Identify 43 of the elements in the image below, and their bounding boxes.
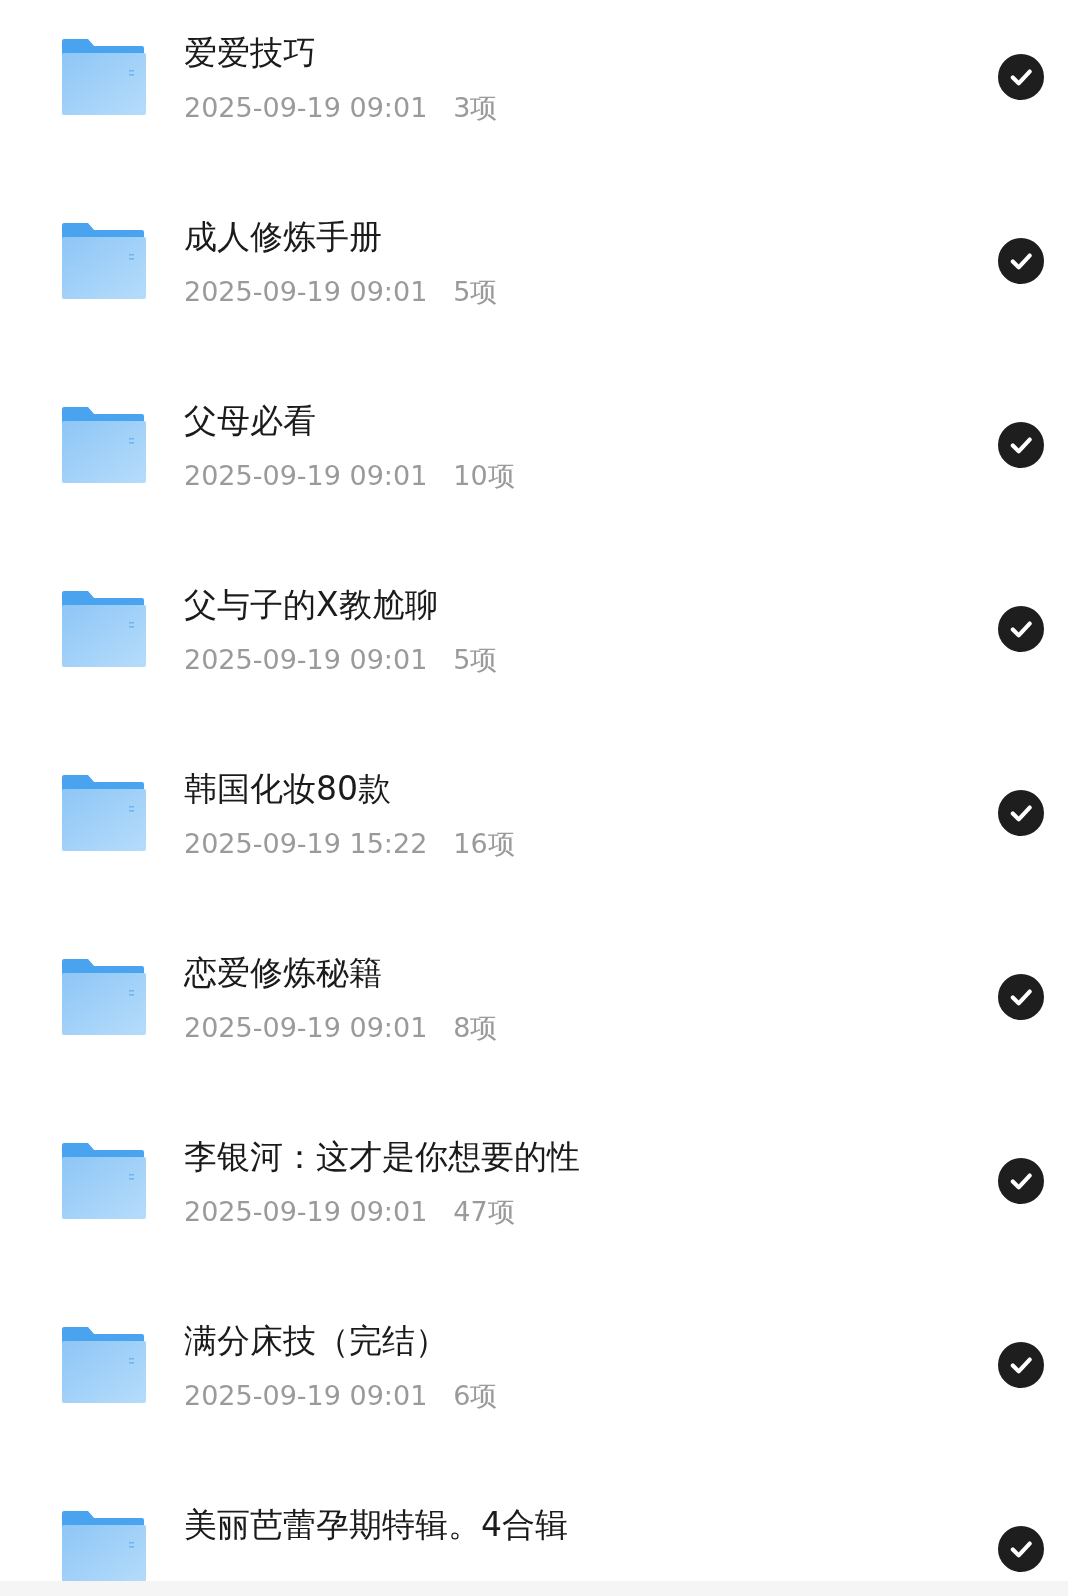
checkbox[interactable] xyxy=(998,238,1044,284)
folder-name: 满分床技（完结） xyxy=(184,1321,449,1361)
item-count: 6项 xyxy=(453,1379,498,1413)
checkbox[interactable] xyxy=(998,1342,1044,1388)
modified-time: 2025-09-19 09:01 xyxy=(184,275,428,309)
folder-icon xyxy=(62,223,146,299)
folder-name: 父与子的X教尬聊 xyxy=(184,585,439,625)
folder-icon xyxy=(62,1327,146,1403)
checkbox[interactable] xyxy=(998,54,1044,100)
item-count: 5项 xyxy=(453,275,498,309)
folder-icon xyxy=(62,1511,146,1581)
folder-icon xyxy=(62,591,146,667)
folder-icon xyxy=(62,775,146,851)
modified-time: 2025-09-19 09:01 xyxy=(184,91,428,125)
checkbox[interactable] xyxy=(998,422,1044,468)
item-count: 3项 xyxy=(453,91,498,125)
folder-name: 恋爱修炼秘籍 xyxy=(184,953,383,993)
folder-icon xyxy=(62,1143,146,1219)
item-count: 8项 xyxy=(453,1011,498,1045)
folder-icon xyxy=(62,407,146,483)
modified-time: 2025-09-19 09:01 xyxy=(184,1011,428,1045)
checkbox[interactable] xyxy=(998,1158,1044,1204)
checkbox[interactable] xyxy=(998,1526,1044,1572)
checkbox[interactable] xyxy=(998,606,1044,652)
folder-name: 韩国化妆80款 xyxy=(184,769,392,809)
folder-name: 美丽芭蕾孕期特辑。4合辑 xyxy=(184,1505,569,1545)
modified-time: 2025-09-19 09:01 xyxy=(184,643,428,677)
modified-time: 2025-09-19 09:01 xyxy=(184,1195,428,1229)
item-count: 16项 xyxy=(453,827,515,861)
folder-icon xyxy=(62,39,146,115)
folder-name: 成人修炼手册 xyxy=(184,217,383,257)
folder-name: 爱爱技巧 xyxy=(184,33,317,73)
modified-time: 2025-09-19 15:22 xyxy=(184,827,428,861)
modified-time: 2025-09-19 09:01 xyxy=(184,1379,428,1413)
item-count: 47项 xyxy=(453,1195,515,1229)
checkbox[interactable] xyxy=(998,790,1044,836)
folder-name: 父母必看 xyxy=(184,401,317,441)
item-count: 10项 xyxy=(453,459,515,493)
modified-time: 2025-09-19 09:01 xyxy=(184,459,428,493)
checkbox[interactable] xyxy=(998,974,1044,1020)
folder-icon xyxy=(62,959,146,1035)
folder-name: 李银河：这才是你想要的性 xyxy=(184,1137,581,1177)
item-count: 5项 xyxy=(453,643,498,677)
